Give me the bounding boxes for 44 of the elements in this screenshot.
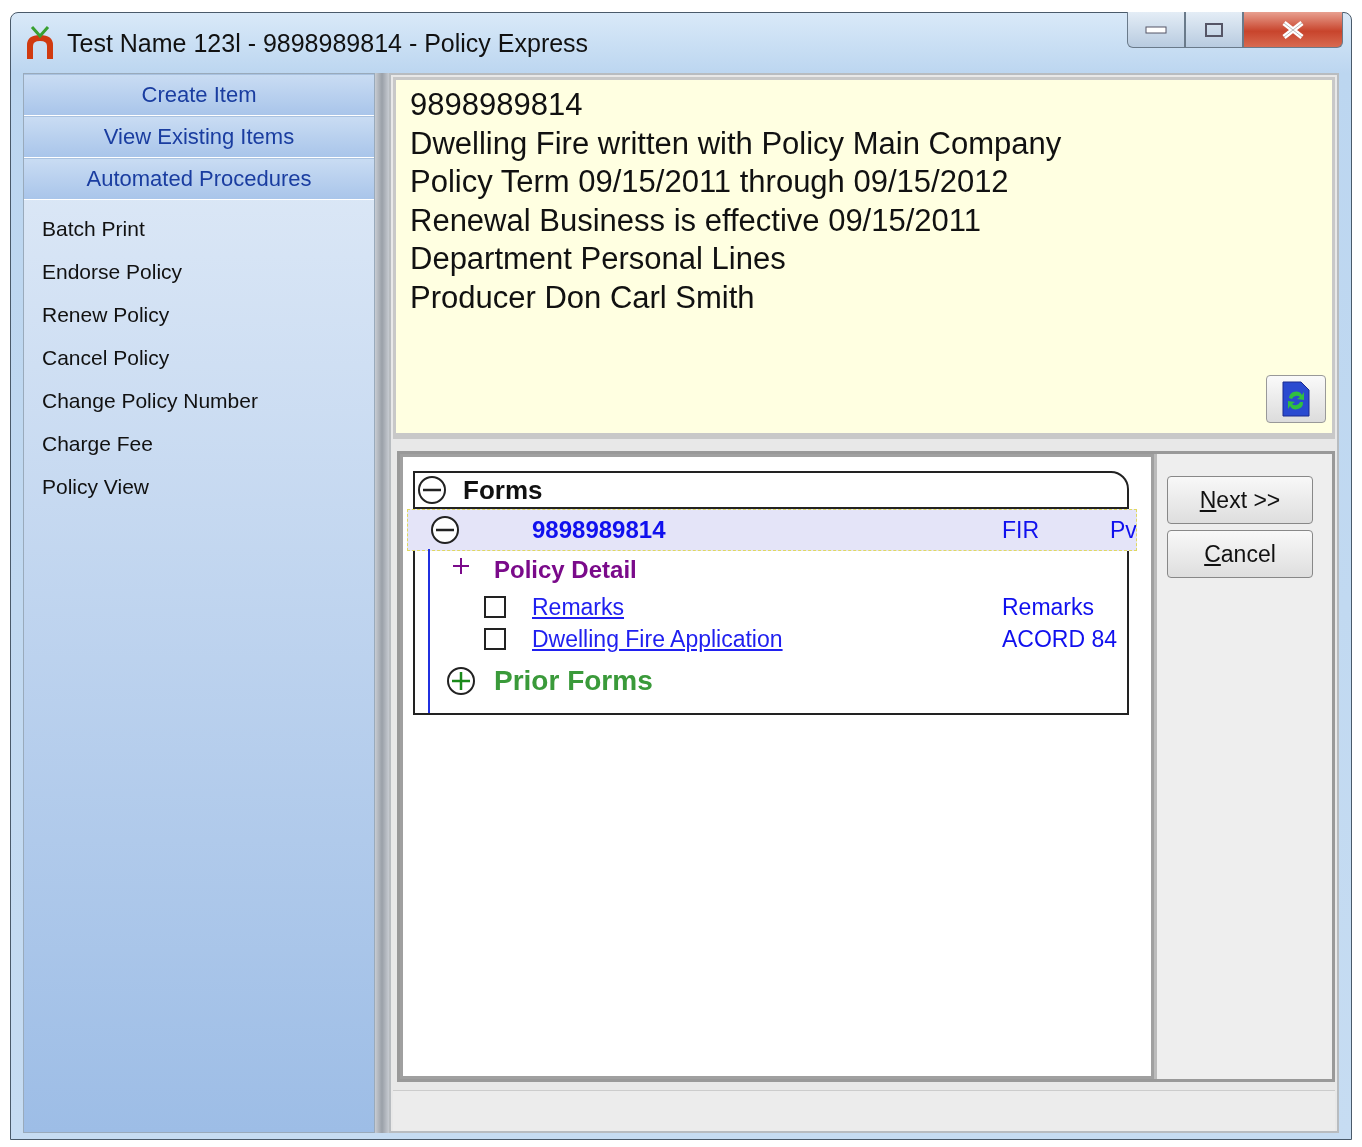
close-button[interactable] [1243, 12, 1343, 48]
form-link[interactable]: Dwelling Fire Application [532, 625, 783, 653]
summary-line: 9898989814 [410, 86, 584, 124]
plus-icon [452, 557, 470, 575]
form-code: Remarks [1002, 593, 1094, 621]
window-title: Test Name 123l - 9898989814 - Policy Express [67, 28, 589, 58]
summary-line: Policy Term 09/15/2011 through 09/15/2012 [410, 163, 1010, 201]
tree-header: Forms [463, 474, 543, 506]
close-icon [1280, 19, 1306, 40]
procedure-link[interactable]: Renew Policy [42, 300, 374, 343]
checkbox[interactable] [484, 596, 506, 618]
tree-row[interactable]: 9898989814 FIR Pv [407, 509, 1137, 551]
collapse-icon[interactable] [417, 475, 447, 505]
summary-line: Renewal Business is effective 09/15/2011 [410, 201, 982, 240]
procedure-link[interactable]: Policy View [42, 472, 374, 515]
form-link[interactable]: Remarks [532, 593, 624, 621]
policy-number: 9898989814 [532, 516, 666, 544]
cancel-button[interactable]: Cancel [1167, 530, 1313, 578]
procedure-link[interactable]: Endorse Policy [42, 257, 374, 300]
nav-button[interactable]: Automated Procedures [24, 158, 374, 200]
nav-button[interactable]: Create Item [24, 74, 374, 116]
summary-line: Dwelling Fire written with Policy Main Company [410, 124, 1063, 163]
table-cell: Pv [1110, 516, 1136, 544]
nav-button[interactable]: View Existing Items [24, 116, 374, 158]
procedure-link[interactable]: Change Policy Number [42, 386, 374, 429]
group-label: Policy Detail [494, 556, 637, 584]
procedure-link[interactable]: Batch Print [42, 214, 374, 257]
maximize-icon [1204, 21, 1224, 38]
section-label: Prior Forms [494, 665, 653, 697]
minimize-icon [1145, 25, 1167, 34]
collapse-icon[interactable] [430, 515, 460, 545]
procedure-link[interactable]: Charge Fee [42, 429, 374, 472]
expand-icon[interactable] [446, 666, 476, 696]
procedure-link[interactable]: Cancel Policy [42, 343, 374, 386]
document-refresh-icon [1281, 380, 1311, 418]
next-button[interactable]: Next >> [1167, 476, 1313, 524]
maximize-button[interactable] [1185, 12, 1243, 48]
checkbox[interactable] [484, 628, 506, 650]
summary-line: Producer Don Carl Smith [410, 278, 756, 317]
refresh-button[interactable] [1266, 375, 1326, 423]
form-code: ACORD 84 [1002, 625, 1118, 653]
table-cell: FIR [1002, 516, 1040, 544]
minimize-button[interactable] [1127, 12, 1185, 48]
summary-line: Department Personal Lines [410, 240, 787, 278]
